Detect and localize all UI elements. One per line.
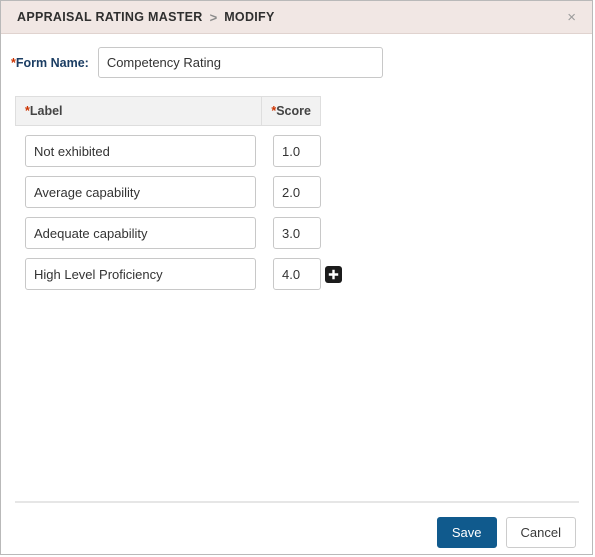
table-row bbox=[15, 176, 321, 208]
table-row bbox=[15, 217, 321, 249]
row-label-input-2[interactable] bbox=[25, 176, 256, 208]
dialog-titlebar: APPRAISAL RATING MASTER > MODIFY × bbox=[1, 1, 592, 34]
modify-rating-dialog: APPRAISAL RATING MASTER > MODIFY × * For… bbox=[0, 0, 593, 555]
form-name-input[interactable] bbox=[97, 47, 383, 78]
row-score-input-4[interactable] bbox=[273, 258, 321, 290]
cancel-button[interactable]: Cancel bbox=[505, 517, 576, 548]
label-column-title: Label bbox=[29, 104, 63, 118]
close-icon[interactable]: × bbox=[563, 8, 580, 27]
form-name-row: * Form Name: bbox=[1, 34, 592, 78]
table-row bbox=[15, 258, 342, 290]
rating-grid: * Label * Score bbox=[15, 96, 342, 290]
save-button[interactable]: Save bbox=[436, 517, 497, 548]
dialog-footer: Save Cancel bbox=[436, 517, 576, 548]
form-name-label: Form Name: bbox=[15, 55, 89, 70]
grid-header-row: * Label * Score bbox=[15, 96, 321, 126]
column-header-label: * Label bbox=[16, 97, 263, 125]
comment-options-section: Comment Options No Comments Plain text R… bbox=[1, 462, 592, 496]
row-score-input-1[interactable] bbox=[273, 135, 321, 167]
footer-divider bbox=[15, 501, 579, 503]
dialog-body: * Form Name: *Label *Score bbox=[1, 34, 592, 548]
row-label-input-4[interactable] bbox=[25, 258, 256, 290]
breadcrumb-root: APPRAISAL RATING MASTER bbox=[17, 10, 203, 24]
row-score-input-3[interactable] bbox=[273, 217, 321, 249]
breadcrumb-separator: > bbox=[209, 9, 218, 25]
row-label-input-3[interactable] bbox=[25, 217, 256, 249]
column-header-score: * Score bbox=[262, 97, 320, 125]
breadcrumb-current: MODIFY bbox=[224, 10, 275, 24]
plus-icon[interactable] bbox=[325, 266, 342, 283]
row-label-input-1[interactable] bbox=[25, 135, 256, 167]
row-score-input-2[interactable] bbox=[273, 176, 321, 208]
table-row bbox=[15, 135, 321, 167]
score-column-title: Score bbox=[276, 104, 311, 118]
view-options-section: View options ? Drop down Select Rating S… bbox=[1, 312, 592, 462]
